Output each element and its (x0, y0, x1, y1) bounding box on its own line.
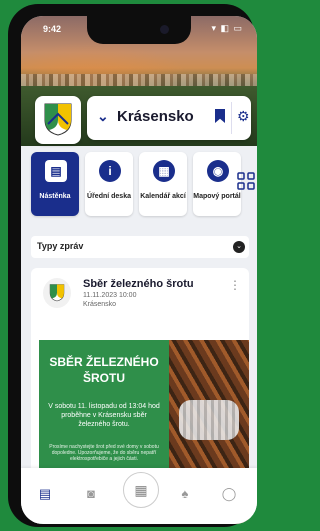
tile-calendar[interactable]: ▦ Kalendář akcí (139, 152, 187, 216)
tile-dashboard[interactable]: ▤ Nástěnka (31, 152, 79, 216)
status-bar: 9:42 ▾ ◧ ▭ (21, 22, 257, 38)
nav-camera[interactable]: ◙ (81, 486, 101, 506)
municipality-selector[interactable]: ⌄ Krásensko ⚙ (87, 96, 251, 140)
nav-dashboard[interactable]: ▤ (35, 486, 55, 506)
municipality-name: Krásensko (117, 108, 194, 125)
dashboard-icon: ▤ (38, 486, 52, 501)
status-time: 9:42 (43, 24, 62, 34)
dashboard-icon: ▤ (45, 160, 67, 182)
filter-label: Typy zpráv (37, 241, 84, 251)
info-icon: i (99, 160, 121, 182)
bell-icon: ♠ (181, 486, 189, 501)
bottom-navigation: ▤ ◙ ▦ ♠ ◯ (21, 468, 257, 524)
avatar (43, 278, 71, 308)
nav-apps[interactable]: ▦ (123, 472, 159, 508)
poster-body: V sobotu 11. listopadu od 13:04 hod prob… (48, 403, 160, 428)
tile-map-portal[interactable]: ◉ Mapový portál (193, 152, 241, 216)
more-vert-icon[interactable]: ⋮ (229, 278, 241, 292)
chevron-down-icon[interactable]: ⌄ (233, 241, 245, 253)
map-pin-icon: ◉ (207, 160, 229, 182)
tile-label: Kalendář akcí (140, 193, 186, 200)
apps-icon: ▦ (134, 482, 148, 498)
post-date: 11.11.2023 10:00 (83, 292, 137, 299)
coat-of-arms-icon (44, 103, 72, 136)
quick-tiles: ▤ Nástěnka i Úřední deska ▦ Kalendář akc… (31, 152, 257, 216)
chevron-down-icon[interactable]: ⌄ (97, 108, 109, 125)
status-icons: ▾ ◧ ▭ (211, 23, 243, 33)
camera-icon: ◙ (87, 486, 95, 501)
bookmark-icon[interactable] (215, 109, 225, 123)
gear-icon[interactable]: ⚙ (237, 108, 250, 125)
tile-label: Úřední deska (87, 193, 131, 200)
post-location: Krásensko (83, 301, 117, 308)
poster-note: Prosíme nachystejte šrot před své domy v… (49, 444, 159, 462)
nav-profile[interactable]: ◯ (219, 486, 239, 506)
app-screen: 9:42 ▾ ◧ ▭ ⌄ Krásensko ⚙ ▤ Nástěnka i Úř… (21, 16, 257, 524)
nav-notifications[interactable]: ♠ (175, 486, 195, 506)
coat-of-arms-icon (49, 284, 65, 302)
poster-heading: SBĚR ŽELEZNÉHO ŠROTU (49, 355, 159, 385)
message-type-filter[interactable]: Typy zpráv ⌄ (31, 236, 249, 258)
phone-frame: 9:42 ▾ ◧ ▭ ⌄ Krásensko ⚙ ▤ Nástěnka i Úř… (8, 4, 257, 527)
calendar-icon: ▦ (153, 160, 175, 182)
profile-icon: ◯ (221, 486, 237, 501)
post-title[interactable]: Sběr železného šrotu (83, 278, 194, 290)
municipality-crest[interactable] (35, 96, 81, 144)
tile-notice-board[interactable]: i Úřední deska (85, 152, 133, 216)
tile-label: Mapový portál (193, 193, 241, 200)
tile-label: Nástěnka (39, 193, 71, 200)
grid-icon[interactable] (237, 172, 255, 190)
